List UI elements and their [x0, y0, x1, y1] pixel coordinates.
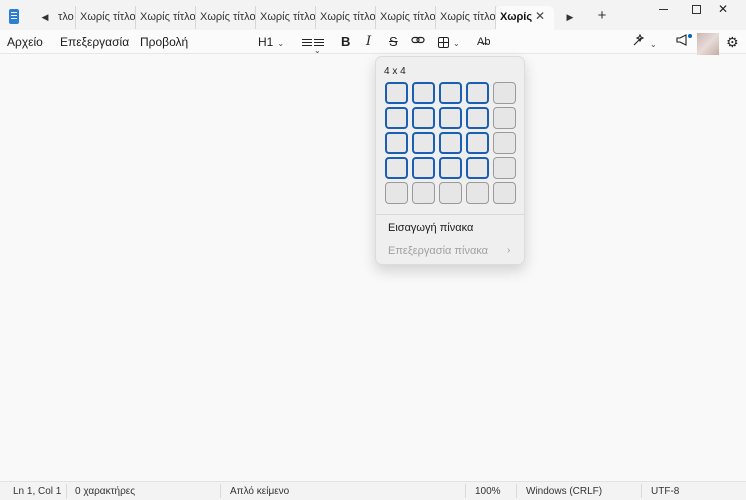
chevron-down-icon: ⌄	[650, 40, 657, 49]
notification-dot	[688, 34, 692, 38]
zoom-level[interactable]: 100%	[475, 486, 501, 497]
table-grid-cell[interactable]	[412, 82, 435, 104]
line-ending[interactable]: Windows (CRLF)	[526, 486, 602, 497]
table-grid-cell[interactable]	[466, 107, 489, 129]
tab-scroll-right-icon[interactable]: ▶	[563, 9, 577, 25]
encoding[interactable]: UTF-8	[651, 486, 679, 497]
table-grid-cell[interactable]	[412, 132, 435, 154]
table-grid-cell[interactable]	[493, 107, 516, 129]
tab-label: Χωρίς τίτλο	[200, 11, 256, 23]
table-size-grid	[385, 82, 517, 207]
tab-untitled[interactable]: Χωρίς τίτλο	[316, 6, 376, 29]
tab-untitled[interactable]: Χωρίς τίτλο	[136, 6, 196, 29]
bold-button[interactable]: B	[341, 33, 350, 51]
list-icon	[302, 42, 312, 44]
divider	[376, 214, 524, 215]
table-grid-cell[interactable]	[493, 182, 516, 204]
insert-table-item[interactable]: Εισαγωγή πίνακα	[388, 222, 473, 234]
table-grid-cell[interactable]	[412, 157, 435, 179]
table-grid-cell[interactable]	[466, 182, 489, 204]
strikethrough-button[interactable]: S	[389, 33, 398, 51]
avatar[interactable]	[697, 33, 719, 55]
tab-untitled[interactable]: Χωρίς τίτλο	[256, 6, 316, 29]
table-grid-cell[interactable]	[439, 157, 462, 179]
gear-icon: ⚙	[726, 34, 739, 50]
menu-file[interactable]: Αρχείο	[7, 35, 43, 49]
notepad-icon	[9, 9, 19, 24]
title-bar: ◀ τλο Χωρίς τίτλο Χωρίς τίτλο Χωρίς τίτλ…	[0, 0, 746, 34]
table-grid-cell[interactable]	[385, 82, 408, 104]
table-grid-cell[interactable]	[439, 132, 462, 154]
chevron-right-icon: ›	[507, 245, 511, 256]
table-grid-cell[interactable]	[466, 82, 489, 104]
text-format[interactable]: Απλό κείμενο	[230, 486, 289, 497]
table-grid-cell[interactable]	[385, 107, 408, 129]
tab-close-icon[interactable]: ✕	[533, 9, 547, 23]
edit-table-item: Επεξεργασία πίνακα	[388, 245, 489, 257]
megaphone-icon	[676, 34, 687, 46]
tab-label: Χωρίς τίτλο	[260, 11, 316, 23]
tab-untitled[interactable]: Χωρίς τίτλο	[376, 6, 436, 29]
tab-label: Χωρίς τίτλο	[80, 11, 136, 23]
new-tab-button[interactable]: +	[594, 7, 610, 24]
table-grid-cell[interactable]	[439, 82, 462, 104]
menu-edit[interactable]: Επεξεργασία	[60, 35, 129, 49]
tab-partial[interactable]: τλο	[56, 6, 76, 29]
minimize-icon	[658, 9, 668, 11]
table-grid-cell[interactable]	[439, 182, 462, 204]
table-grid-cell[interactable]	[385, 132, 408, 154]
table-icon	[438, 37, 449, 49]
status-bar: Ln 1, Col 1 0 χαρακτήρες Απλό κείμενο 10…	[0, 481, 746, 500]
copilot-dropdown[interactable]: ⌄	[632, 33, 657, 51]
settings-button[interactable]: ⚙	[726, 33, 739, 51]
divider	[516, 484, 517, 498]
table-grid-cell[interactable]	[385, 157, 408, 179]
table-picker-flyout: 4 x 4 Εισαγωγή πίνακα Επεξεργασία πίνακα…	[375, 56, 525, 265]
link-icon	[411, 36, 425, 44]
tab-untitled[interactable]: Χωρίς τίτλο	[436, 6, 496, 29]
character-count: 0 χαρακτήρες	[75, 486, 136, 497]
tab-label: Χωρίς	[500, 11, 533, 23]
table-grid-cell[interactable]	[412, 107, 435, 129]
table-grid-cell[interactable]	[385, 182, 408, 204]
text-editor[interactable]	[0, 55, 746, 481]
tab-scroll-left-icon[interactable]: ◀	[38, 9, 52, 25]
cursor-position: Ln 1, Col 1	[13, 486, 62, 497]
close-window-button[interactable]: ✕	[700, 0, 746, 20]
table-grid-cell[interactable]	[412, 182, 435, 204]
table-dropdown[interactable]: ⌄	[438, 33, 460, 51]
grid-size-label: 4 x 4	[384, 66, 406, 77]
chevron-down-icon: ⌄	[314, 42, 324, 55]
chevron-down-icon: ⌄	[277, 39, 285, 48]
spellcheck-button[interactable]: A̶b	[477, 33, 490, 51]
table-grid-cell[interactable]	[466, 157, 489, 179]
tab-label: τλο	[58, 11, 74, 23]
table-grid-cell[interactable]	[493, 82, 516, 104]
announcements-button[interactable]	[675, 33, 692, 51]
menu-view[interactable]: Προβολή	[140, 35, 188, 49]
divider	[641, 484, 642, 498]
italic-button[interactable]: I	[366, 33, 371, 51]
tab-untitled[interactable]: Χωρίς τίτλο	[196, 6, 256, 29]
heading-dropdown[interactable]: H1 ⌄	[258, 33, 284, 51]
heading-label: H1	[258, 35, 274, 49]
menu-toolbar: Αρχείο Επεξεργασία Προβολή H1 ⌄ ⌄ B I S ⌄…	[0, 30, 746, 55]
table-grid-cell[interactable]	[439, 107, 462, 129]
tab-label: Χωρίς τίτλο	[320, 11, 376, 23]
list-dropdown[interactable]: ⌄	[300, 33, 324, 55]
link-button[interactable]	[411, 33, 425, 51]
tab-label: Χωρίς τίτλο	[440, 11, 496, 23]
divider	[220, 484, 221, 498]
table-grid-cell[interactable]	[466, 132, 489, 154]
tab-label: Χωρίς τίτλο	[380, 11, 436, 23]
chevron-down-icon: ⌄	[453, 39, 460, 48]
table-grid-cell[interactable]	[493, 157, 516, 179]
divider	[66, 484, 67, 498]
tab-untitled[interactable]: Χωρίς τίτλο	[76, 6, 136, 29]
copilot-icon	[633, 33, 645, 46]
tab-label: Χωρίς τίτλο	[140, 11, 196, 23]
table-grid-cell[interactable]	[493, 132, 516, 154]
divider	[465, 484, 466, 498]
